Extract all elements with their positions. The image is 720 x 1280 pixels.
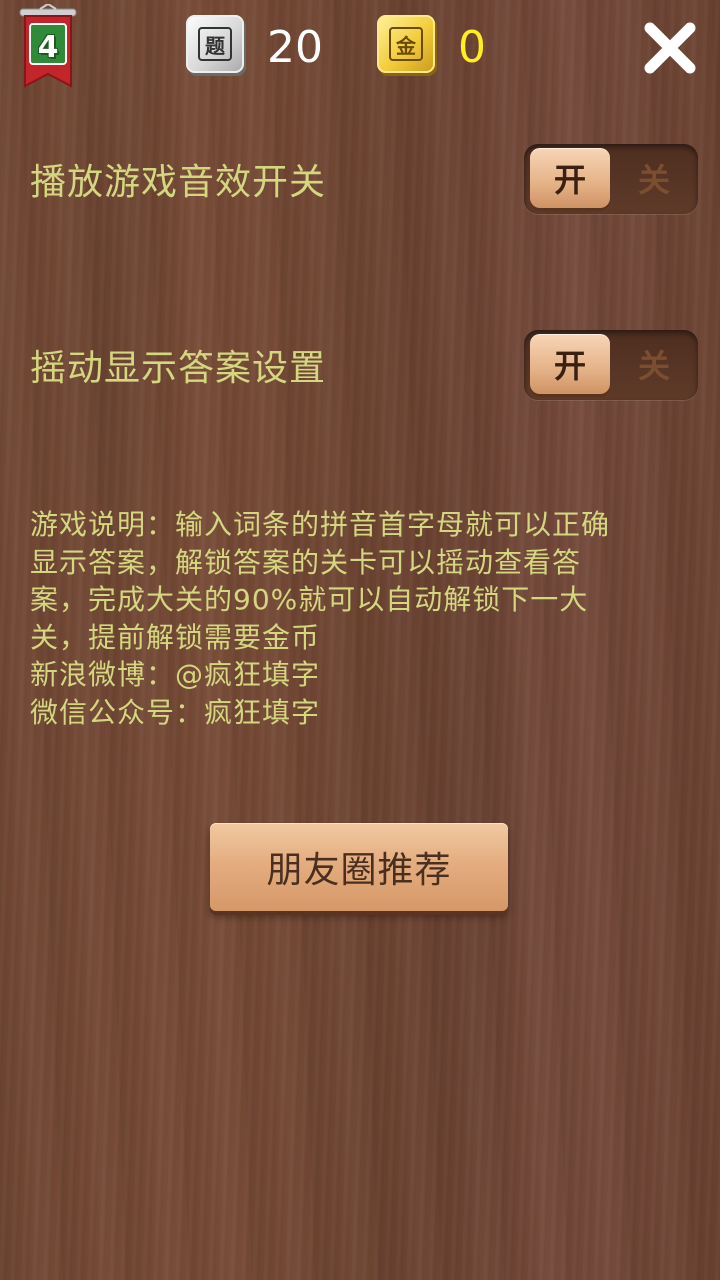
share-moments-button[interactable]: 朋友圈推荐: [210, 823, 508, 911]
description-line: 游戏说明：输入词条的拼音首字母就可以正确: [30, 508, 611, 541]
level-badge: 4: [18, 4, 78, 92]
close-button[interactable]: [640, 18, 700, 78]
questions-count: 20: [267, 22, 323, 73]
question-tile-glyph: 题: [198, 27, 232, 61]
sound-setting-label: 播放游戏音效开关: [30, 162, 327, 203]
shake-toggle-off-label: 关: [637, 347, 670, 385]
coins-count: 0: [458, 22, 486, 73]
close-icon: [644, 22, 696, 74]
description-line: 关，提前解锁需要金币: [30, 620, 321, 654]
sound-toggle[interactable]: 开 关: [524, 144, 698, 214]
description-line: 显示答案，解锁答案的关卡可以摇动查看答: [30, 545, 582, 579]
description-line: 案，完成大关的90%就可以自动解锁下一大: [30, 583, 589, 616]
shake-toggle[interactable]: 开 关: [524, 330, 698, 400]
shake-setting-label: 摇动显示答案设置: [30, 348, 327, 389]
gold-coin-tile-icon: 金: [377, 15, 435, 73]
shake-toggle-on-knob: 开: [530, 334, 610, 394]
level-number: 4: [37, 30, 59, 65]
sound-toggle-off-label: 关: [637, 161, 670, 199]
question-tile-icon: 题: [186, 15, 244, 73]
weibo-line: 新浪微博：@疯狂填字: [30, 658, 321, 691]
coin-tile-glyph: 金: [389, 27, 423, 61]
game-description: 游戏说明：输入词条的拼音首字母就可以正确 显示答案，解锁答案的关卡可以摇动查看答…: [30, 506, 680, 731]
sound-toggle-on-knob: 开: [530, 148, 610, 208]
wechat-line: 微信公众号：疯狂填字: [30, 695, 321, 729]
